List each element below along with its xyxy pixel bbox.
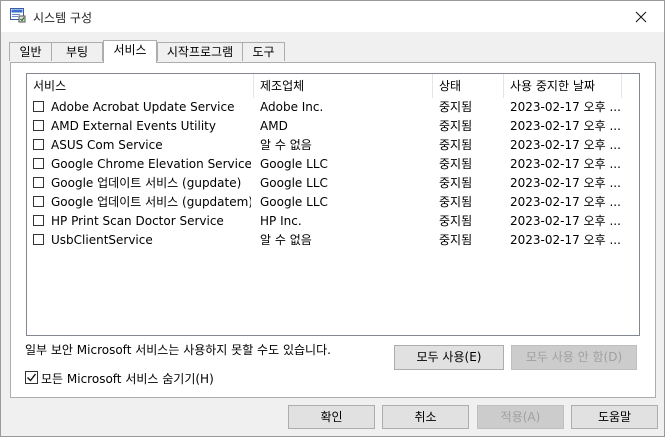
service-name: Google 업데이트 서비스 (gupdate) [51,176,242,190]
service-name: UsbClientService [51,233,153,247]
service-status: 중지됨 [439,233,473,247]
services-list[interactable]: 서비스 제조업체 상태 사용 중지한 날짜 Adobe Acrobat Upda… [26,73,640,336]
tab-services[interactable]: 서비스 [103,40,157,63]
service-vendor: Google LLC [260,176,328,190]
service-row[interactable]: HP Print Scan Doctor Service HP Inc. 중지됨 20… [27,212,639,231]
column-header-disabled-date[interactable]: 사용 중지한 날짜 [504,74,622,98]
service-row[interactable]: Google 업데이트 서비스 (gupdatem) Google LLC 중지됨 2… [27,193,639,212]
service-checkbox[interactable] [33,215,44,226]
service-checkbox[interactable] [33,177,44,188]
service-vendor: Adobe Inc. [260,100,324,114]
service-name: ASUS Com Service [51,138,163,152]
service-row[interactable]: UsbClientService 알 수 없음 중지됨 2023-02-17 오후 .… [27,231,639,250]
service-vendor: 알 수 없음 [260,233,312,247]
service-disabled-date: 2023-02-17 오후 ... [510,195,621,209]
service-name: Adobe Acrobat Update Service [51,100,235,114]
ok-button[interactable]: 확인 [288,405,375,429]
service-row[interactable]: Adobe Acrobat Update Service Adobe Inc. 중지… [27,98,639,117]
help-button[interactable]: 도움말 [571,405,658,429]
list-header: 서비스 제조업체 상태 사용 중지한 날짜 [27,74,639,98]
msconfig-icon [10,8,26,23]
hide-ms-services-label: 모든 Microsoft 서비스 숨기기(H) [41,372,214,386]
service-checkbox[interactable] [33,158,44,169]
service-row[interactable]: Google Chrome Elevation Service (... Goog… [27,155,639,174]
tab-tools[interactable]: 도구 [242,42,285,61]
service-checkbox[interactable] [33,139,44,150]
service-disabled-date: 2023-02-17 오후 ... [510,100,621,114]
service-status: 중지됨 [439,138,473,152]
service-disabled-date: 2023-02-17 오후 ... [510,157,621,171]
system-config-window: 시스템 구성 일반 부팅 서비스 시작프로그램 도구 서비스 제조업체 상태 사… [0,0,665,437]
column-header-service[interactable]: 서비스 [27,74,254,98]
title-bar: 시스템 구성 [1,1,664,32]
tab-startup[interactable]: 시작프로그램 [157,42,243,61]
column-header-vendor[interactable]: 제조업체 [254,74,433,98]
service-checkbox[interactable] [33,101,44,112]
service-status: 중지됨 [439,157,473,171]
tab-general[interactable]: 일반 [9,42,52,61]
service-status: 중지됨 [439,100,473,114]
tab-boot[interactable]: 부팅 [51,42,103,61]
service-status: 중지됨 [439,119,473,133]
service-status: 중지됨 [439,195,473,209]
service-vendor: Google LLC [260,157,328,171]
hide-ms-services-checkbox[interactable] [25,371,38,384]
service-vendor: Google LLC [260,195,328,209]
service-status: 중지됨 [439,214,473,228]
service-checkbox[interactable] [33,196,44,207]
close-icon [635,11,647,22]
service-name: AMD External Events Utility [51,119,216,133]
service-row[interactable]: Google 업데이트 서비스 (gupdate) Google LLC 중지됨 20… [27,174,639,193]
service-disabled-date: 2023-02-17 오후 ... [510,214,621,228]
window-title: 시스템 구성 [33,11,93,25]
service-name: HP Print Scan Doctor Service [51,214,224,228]
service-disabled-date: 2023-02-17 오후 ... [510,233,621,247]
service-status: 중지됨 [439,176,473,190]
service-vendor: AMD [260,119,288,133]
service-disabled-date: 2023-02-17 오후 ... [510,176,621,190]
service-row[interactable]: ASUS Com Service 알 수 없음 중지됨 2023-02-17 오후 .… [27,136,639,155]
security-note: 일부 보안 Microsoft 서비스는 사용하지 못할 수도 있습니다. [25,343,331,357]
services-panel: 서비스 제조업체 상태 사용 중지한 날짜 Adobe Acrobat Upda… [10,62,656,398]
disable-all-button[interactable]: 모두 사용 안 함(D) [511,345,637,370]
apply-button[interactable]: 적용(A) [477,405,564,429]
column-header-status[interactable]: 상태 [433,74,504,98]
service-disabled-date: 2023-02-17 오후 ... [510,138,621,152]
service-vendor: HP Inc. [260,214,302,228]
service-disabled-date: 2023-02-17 오후 ... [510,119,621,133]
service-name: Google 업데이트 서비스 (gupdatem) [51,195,251,209]
enable-all-button[interactable]: 모두 사용(E) [394,345,504,370]
service-row[interactable]: AMD External Events Utility AMD 중지됨 2023-02… [27,117,639,136]
close-button[interactable] [618,1,664,32]
service-checkbox[interactable] [33,234,44,245]
service-vendor: 알 수 없음 [260,138,312,152]
cancel-button[interactable]: 취소 [382,405,469,429]
service-name: Google Chrome Elevation Service (... [51,157,251,171]
service-checkbox[interactable] [33,120,44,131]
checkmark-icon [27,373,36,382]
